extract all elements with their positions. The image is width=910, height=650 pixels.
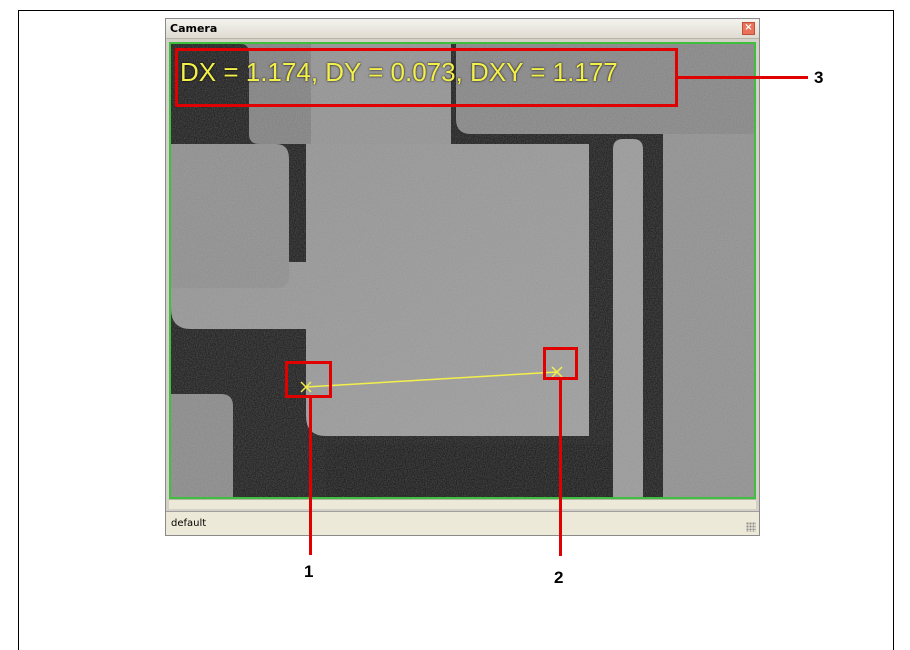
camera-image-view[interactable]: [169, 42, 756, 499]
close-icon[interactable]: ×: [742, 22, 755, 35]
callout-line-point-1: [309, 398, 312, 555]
horizontal-scrollbar[interactable]: [169, 499, 756, 509]
resize-grip-icon[interactable]: [746, 522, 756, 532]
callout-box-point-1: [285, 361, 332, 398]
callout-box-point-2: [543, 347, 578, 380]
status-bar: default: [166, 511, 759, 535]
camera-image: [171, 44, 754, 497]
callout-number-3: 3: [814, 68, 824, 87]
callout-number-1: 1: [304, 562, 314, 581]
callout-box-readout: [175, 48, 678, 107]
callout-number-2: 2: [554, 568, 564, 587]
window-title: Camera: [170, 22, 218, 35]
callout-line-readout: [678, 76, 808, 79]
title-bar[interactable]: Camera ×: [166, 19, 759, 39]
callout-line-point-2: [559, 380, 562, 556]
status-text: default: [171, 518, 207, 529]
